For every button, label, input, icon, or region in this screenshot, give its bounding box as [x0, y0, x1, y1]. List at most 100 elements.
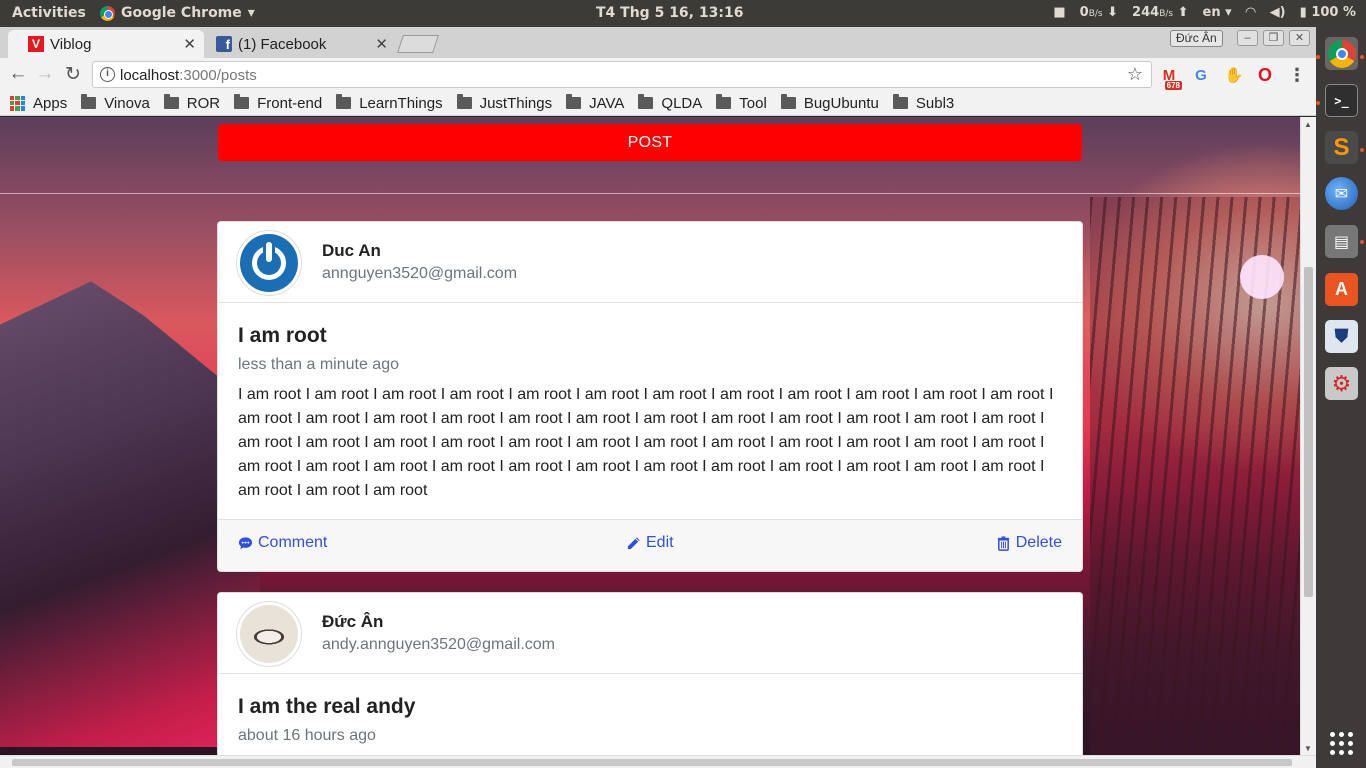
thunderbird-icon[interactable]: ✉ — [1325, 177, 1358, 210]
bookmark-label: LearnThings — [359, 94, 443, 112]
pencil-icon — [627, 536, 640, 549]
comment-button[interactable]: Comment — [238, 534, 327, 552]
camera-icon[interactable]: ■ — [1053, 5, 1065, 20]
bookmark-folder[interactable]: QLDA — [638, 94, 702, 112]
bookmark-label: BugUbuntu — [803, 94, 879, 112]
battery-indicator[interactable]: ▮ 100 % — [1300, 5, 1356, 20]
folder-icon — [892, 94, 908, 109]
bookmark-folder[interactable]: Subl3 — [892, 94, 954, 112]
close-window-button[interactable]: ✕ — [1289, 30, 1310, 46]
vertical-scrollbar[interactable]: ▲ ▼ — [1300, 117, 1316, 755]
settings-wrench-icon[interactable]: ⚙ — [1325, 367, 1358, 400]
system-tray[interactable]: ■ 0B/s ⬇ 244B/s ⬆ en ▾ ◠ ◀) ▮ 100 % — [1053, 5, 1356, 20]
folder-icon — [780, 94, 796, 109]
activities-button[interactable]: Activities — [12, 5, 86, 21]
author-email: annguyen3520@gmail.com — [322, 265, 518, 282]
scroll-up-arrow-icon[interactable]: ▲ — [1304, 120, 1312, 129]
maximize-button[interactable]: ❐ — [1263, 30, 1284, 46]
viblog-favicon-icon: V — [28, 36, 44, 52]
menu-kebab-icon[interactable]: ⋮ — [1286, 64, 1308, 86]
launcher-chrome[interactable] — [1325, 37, 1358, 70]
ubuntu-launcher: >_ S ✉ ▤ A ⛊ ⚙ — [1316, 27, 1366, 768]
opera-icon[interactable]: O — [1254, 64, 1276, 86]
files-icon[interactable]: ▤ — [1325, 225, 1358, 258]
bookmark-label: JustThings — [479, 94, 553, 112]
minimize-button[interactable]: – — [1237, 30, 1258, 46]
delete-button[interactable]: Delete — [996, 534, 1062, 552]
horizontal-scrollbar[interactable] — [0, 755, 1316, 768]
forward-arrow-icon[interactable]: → — [33, 63, 57, 85]
post-card: Đức Ân andy.annguyen3520@gmail.com I am … — [217, 592, 1083, 755]
scroll-down-arrow-icon[interactable]: ▼ — [1304, 744, 1312, 753]
post-title[interactable]: I am root — [238, 324, 1062, 348]
post-timestamp: less than a minute ago — [238, 356, 399, 373]
url-text[interactable]: localhost:3000/posts — [120, 67, 257, 84]
app-menu[interactable]: Google Chrome ▾ — [100, 5, 255, 21]
background-sun-glow — [1240, 255, 1284, 299]
info-icon[interactable]: i — [100, 67, 115, 82]
bookmark-folder[interactable]: JAVA — [566, 94, 625, 112]
back-arrow-icon[interactable]: ← — [6, 63, 30, 85]
bookmark-folder[interactable]: BugUbuntu — [780, 94, 879, 112]
folder-icon — [163, 94, 179, 109]
bookmark-apps[interactable]: Apps — [10, 95, 67, 112]
tab-title: Viblog — [50, 35, 92, 53]
chrome-icon — [1327, 39, 1356, 68]
bookmark-folder[interactable]: ROR — [163, 94, 220, 112]
author-name[interactable]: Đức Ân — [322, 612, 383, 632]
edit-button[interactable]: Edit — [626, 534, 674, 552]
folder-icon — [566, 94, 582, 109]
folder-icon — [336, 94, 352, 109]
tab-strip: V Viblog ✕ f (1) Facebook ✕ Đức Ân – ❐ ✕ — [0, 27, 1316, 58]
wifi-icon[interactable]: ◠ — [1246, 5, 1256, 20]
language-label: en — [1202, 5, 1221, 20]
bookmark-folder[interactable]: LearnThings — [336, 94, 443, 112]
post-button[interactable]: POST — [218, 124, 1082, 161]
tab-viblog[interactable]: V Viblog ✕ — [8, 30, 204, 58]
sublime-text-icon[interactable]: S — [1325, 131, 1358, 164]
volume-icon[interactable]: ◀) — [1270, 5, 1286, 20]
shield-icon[interactable]: ⛊ — [1325, 320, 1358, 353]
edit-label: Edit — [646, 534, 674, 551]
clock[interactable]: T4 Thg 5 16, 13:16 — [596, 5, 743, 21]
arrow-down-icon: ⬇ — [1107, 5, 1119, 20]
avatar[interactable] — [236, 601, 302, 667]
close-tab-icon[interactable]: ✕ — [375, 35, 388, 53]
bookmark-label: JAVA — [589, 94, 625, 112]
section-divider — [0, 193, 1300, 194]
bookmark-label: Tool — [739, 94, 767, 112]
language-indicator[interactable]: en ▾ — [1203, 5, 1232, 20]
close-tab-icon[interactable]: ✕ — [183, 35, 196, 53]
scrollbar-thumb[interactable] — [1304, 267, 1313, 597]
chevron-down-icon: ▾ — [247, 5, 255, 21]
profile-button[interactable]: Đức Ân — [1170, 30, 1223, 47]
gnome-extensions-icon[interactable]: ✋ — [1223, 64, 1245, 86]
avatar[interactable] — [236, 230, 302, 296]
net-down-unit: B/s — [1088, 9, 1103, 19]
bookmark-star-icon[interactable]: ☆ — [1127, 64, 1143, 85]
bookmark-folder[interactable]: Front-end — [234, 94, 322, 112]
bookmark-folder[interactable]: Vinova — [81, 94, 150, 112]
terminal-icon[interactable]: >_ — [1325, 84, 1358, 117]
show-applications-icon[interactable] — [1325, 727, 1358, 760]
bookmark-folder[interactable]: Tool — [716, 94, 767, 112]
post-content: I am root I am root I am root I am root … — [238, 386, 1054, 499]
scrollbar-thumb[interactable] — [12, 759, 1292, 766]
new-tab-button[interactable] — [397, 35, 439, 53]
software-center-icon[interactable]: A — [1325, 273, 1358, 306]
tab-facebook[interactable]: f (1) Facebook ✕ — [196, 30, 396, 58]
url-host: localhost — [120, 67, 180, 84]
bookmark-label: Apps — [33, 94, 68, 112]
folder-icon — [716, 94, 732, 109]
post-title[interactable]: I am the real andy — [238, 695, 1062, 719]
author-name[interactable]: Duc An — [322, 241, 381, 261]
address-bar[interactable]: i localhost:3000/posts ☆ — [92, 61, 1152, 88]
net-up-indicator: 244B/s ⬆ — [1132, 5, 1188, 20]
post-body: I am root less than a minute ago I am ro… — [218, 303, 1082, 503]
google-translate-icon[interactable]: G — [1190, 64, 1212, 86]
reload-icon[interactable]: ↻ — [61, 63, 85, 86]
folder-icon — [638, 94, 654, 109]
gmail-icon[interactable]: M 678 — [1158, 64, 1182, 90]
bookmark-folder[interactable]: JustThings — [456, 94, 553, 112]
running-indicator — [1360, 148, 1364, 152]
